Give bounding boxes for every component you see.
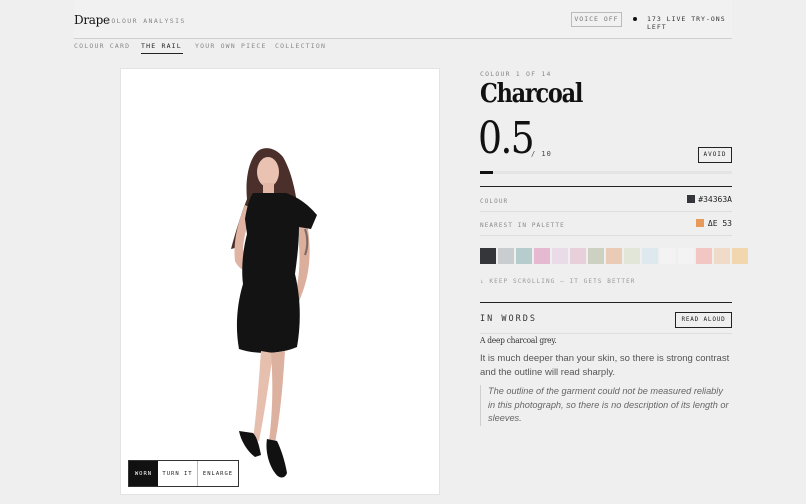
palette-swatch[interactable] <box>732 248 748 264</box>
brand-subtitle: COLOUR ANALYSIS <box>106 17 186 25</box>
in-words-heading: IN WORDS <box>480 314 537 324</box>
nearest-palette-label: NEAREST IN PALETTE <box>480 222 565 229</box>
avoid-verdict-button[interactable]: AVOID <box>698 147 732 163</box>
colour-summary: A deep charcoal grey. <box>480 336 557 346</box>
palette-swatch[interactable] <box>642 248 658 264</box>
palette-swatch[interactable] <box>570 248 586 264</box>
palette-swatch[interactable] <box>534 248 550 264</box>
score-max: / 10 <box>531 150 552 158</box>
palette-swatch[interactable] <box>498 248 514 264</box>
palette-swatch[interactable] <box>714 248 730 264</box>
palette-swatch[interactable] <box>552 248 568 264</box>
model-figure-image <box>231 148 317 478</box>
palette-swatch[interactable] <box>624 248 640 264</box>
voice-toggle-button[interactable]: VOICE OFF <box>571 12 622 27</box>
palette-swatch[interactable] <box>480 248 496 264</box>
tab-collection[interactable]: COLLECTION <box>275 42 326 50</box>
tab-the-rail[interactable]: THE RAIL <box>141 42 183 54</box>
read-aloud-button[interactable]: READ ALOUD <box>675 312 732 328</box>
photo-view-controls: WORN TURN IT ENLARGE <box>128 460 239 487</box>
colour-row-label: COLOUR <box>480 198 509 205</box>
colour-swatch <box>687 195 695 203</box>
scroll-hint: ↓ KEEP SCROLLING — IT GETS BETTER <box>480 278 636 285</box>
palette-swatch[interactable] <box>696 248 712 264</box>
tab-colour-card[interactable]: COLOUR CARD <box>74 42 130 50</box>
live-indicator-dot <box>633 17 637 21</box>
divider <box>480 235 732 236</box>
palette-swatch[interactable] <box>660 248 676 264</box>
divider <box>480 333 732 334</box>
colour-index-label: COLOUR 1 OF 14 <box>480 70 552 78</box>
divider <box>480 302 732 303</box>
palette-swatch[interactable] <box>516 248 532 264</box>
garment-note: The outline of the garment could not be … <box>480 385 732 426</box>
palette-swatch-row <box>480 248 748 264</box>
live-try-ons-count: 173 LIVE TRY-ONS LEFT <box>647 15 726 31</box>
score-bar-fill <box>480 171 493 174</box>
palette-swatch[interactable] <box>678 248 694 264</box>
brand-logo[interactable]: Drape <box>74 13 110 27</box>
divider <box>480 186 732 187</box>
colour-score: 0.5 <box>478 113 535 164</box>
palette-swatch[interactable] <box>588 248 604 264</box>
divider <box>480 211 732 212</box>
try-on-photo: WORN TURN IT ENLARGE <box>121 69 439 494</box>
contrast-description: It is much deeper than your skin, so the… <box>480 353 730 378</box>
worn-view-button[interactable]: WORN <box>129 461 158 486</box>
tab-your-own-piece[interactable]: YOUR OWN PIECE <box>195 42 267 50</box>
nearest-palette-swatch <box>696 219 704 227</box>
enlarge-button[interactable]: ENLARGE <box>198 461 238 486</box>
score-bar <box>480 171 732 174</box>
palette-swatch[interactable] <box>606 248 622 264</box>
colour-hex-value: #34363A <box>698 195 732 204</box>
colour-name: Charcoal <box>480 79 583 109</box>
top-bar: Drape COLOUR ANALYSIS VOICE OFF 173 LIVE… <box>74 0 732 39</box>
delta-e-value: ΔE 53 <box>707 219 732 228</box>
turn-it-button[interactable]: TURN IT <box>158 461 198 486</box>
